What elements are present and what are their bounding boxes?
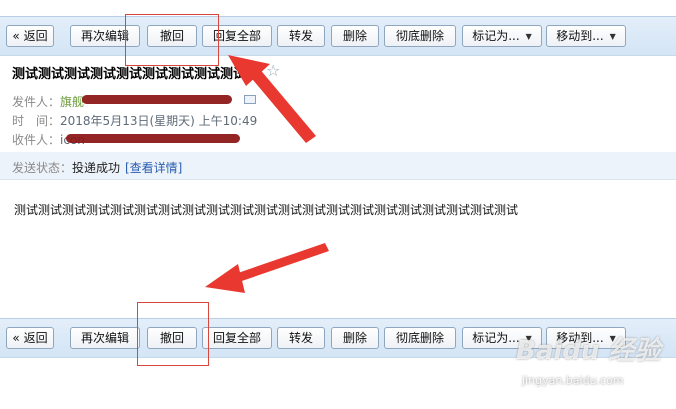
delete-label: 删除 <box>342 331 367 345</box>
mark-as-label: 标记为... <box>472 331 520 345</box>
sender-label: 发件人： <box>12 95 61 109</box>
delete-permanently-label: 彻底删除 <box>395 29 444 43</box>
baidu-watermark: Baidu 经验 jingyan.baidu.com <box>516 328 666 400</box>
mark-as-label: 标记为... <box>472 29 520 43</box>
delete-permanently-button[interactable]: 彻底删除 <box>384 25 456 47</box>
reply-all-button[interactable]: 回复全部 <box>202 25 272 47</box>
reply-all-button[interactable]: 回复全部 <box>202 327 272 349</box>
delete-button[interactable]: 删除 <box>331 327 379 349</box>
status-value: 投递成功 <box>72 161 121 175</box>
sender-row: 发件人：旗舰 <box>12 93 84 110</box>
contact-card-icon[interactable] <box>244 95 256 104</box>
status-label: 发送状态： <box>12 161 73 175</box>
back-button[interactable]: « 返回 <box>6 327 54 349</box>
time-value: 2018年5月13日(星期天) 上午10:49 <box>60 114 258 128</box>
delivery-status-bar: 发送状态： 投递成功 [查看详情] <box>0 152 676 180</box>
reply-all-label: 回复全部 <box>212 29 261 43</box>
edit-again-label: 再次编辑 <box>80 331 129 345</box>
time-label: 时 间： <box>12 114 61 128</box>
recall-button[interactable]: 撤回 <box>147 25 197 47</box>
watermark-brand: Baidu 经验 <box>516 336 661 366</box>
edit-again-button[interactable]: 再次编辑 <box>70 25 140 47</box>
forward-button[interactable]: 转发 <box>277 25 325 47</box>
delete-label: 删除 <box>342 29 367 43</box>
forward-label: 转发 <box>288 331 313 345</box>
forward-label: 转发 <box>288 29 313 43</box>
recipient-label: 收件人： <box>12 133 61 147</box>
redaction-mark <box>82 95 232 104</box>
forward-button[interactable]: 转发 <box>277 327 325 349</box>
recall-label: 撤回 <box>159 29 184 43</box>
toolbar-top: « 返回 再次编辑 撤回 回复全部 转发 删除 彻底删除 标记为... ▼ 移动到… <box>0 16 676 56</box>
top-strip <box>0 0 676 14</box>
mark-as-dropdown[interactable]: 标记为... ▼ <box>462 25 542 47</box>
back-button-label: « 返回 <box>12 29 48 43</box>
sender-value[interactable]: 旗舰 <box>60 95 84 109</box>
mail-subject: 测试测试测试测试测试测试测试测试测试 <box>12 67 247 82</box>
star-icon[interactable]: ☆ <box>266 63 280 79</box>
delete-permanently-label: 彻底删除 <box>395 331 444 345</box>
move-to-label: 移动到... <box>556 29 604 43</box>
reply-all-label: 回复全部 <box>212 331 261 345</box>
arrow-bottom-icon <box>205 243 329 293</box>
edit-again-label: 再次编辑 <box>80 29 129 43</box>
chevron-down-icon: ▼ <box>525 32 532 41</box>
back-button[interactable]: « 返回 <box>6 25 54 47</box>
back-button-label: « 返回 <box>12 331 48 345</box>
recall-button[interactable]: 撤回 <box>147 327 197 349</box>
time-row: 时 间：2018年5月13日(星期天) 上午10:49 <box>12 112 257 129</box>
edit-again-button[interactable]: 再次编辑 <box>70 327 140 349</box>
recall-label: 撤回 <box>159 331 184 345</box>
watermark-url: jingyan.baidu.com <box>522 374 624 387</box>
chevron-down-icon: ▼ <box>609 32 616 41</box>
delete-button[interactable]: 删除 <box>331 25 379 47</box>
mail-body: 测试测试测试测试测试测试测试测试测试测试测试测试测试测试测试测试测试测试测试测试… <box>14 203 519 217</box>
delete-permanently-button[interactable]: 彻底删除 <box>384 327 456 349</box>
view-details-link[interactable]: [查看详情] <box>125 159 182 176</box>
redaction-mark <box>66 134 240 143</box>
move-to-dropdown[interactable]: 移动到... ▼ <box>546 25 626 47</box>
